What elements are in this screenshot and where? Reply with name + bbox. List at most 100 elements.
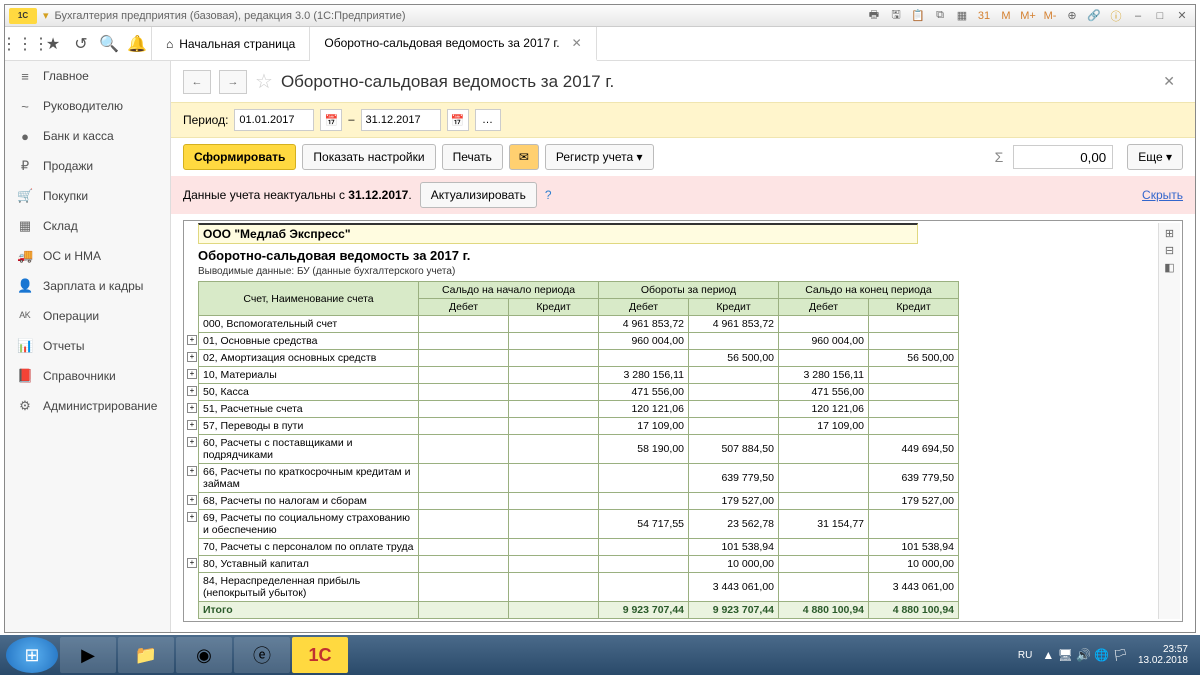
start-button[interactable]: ⊞ — [6, 637, 58, 673]
tool-icon[interactable]: ◧ — [1164, 261, 1174, 274]
sidebar-item-7[interactable]: 👤Зарплата и кадры — [5, 271, 170, 301]
expand-row-icon[interactable]: + — [187, 512, 197, 522]
email-button[interactable]: ✉ — [509, 144, 539, 170]
period-from-input[interactable] — [234, 109, 314, 131]
sidebar-item-1[interactable]: ~Руководителю — [5, 91, 170, 121]
expand-row-icon[interactable]: + — [187, 403, 197, 413]
link-icon[interactable]: 🔗 — [1085, 8, 1103, 24]
refresh-button[interactable]: Актуализировать — [420, 182, 537, 208]
taskbar-explorer[interactable]: 📁 — [118, 637, 174, 673]
table-row[interactable]: +66, Расчеты по краткосрочным кредитам и… — [199, 464, 959, 493]
settings-button[interactable]: Показать настройки — [302, 144, 435, 170]
sidebar-item-3[interactable]: ₽Продажи — [5, 151, 170, 181]
apps-icon[interactable]: ⋮⋮⋮ — [11, 30, 39, 58]
expand-row-icon[interactable]: + — [187, 386, 197, 396]
sidebar-item-2[interactable]: ●Банк и касса — [5, 121, 170, 151]
dropdown-icon[interactable]: ▾ — [43, 9, 49, 22]
close-icon[interactable]: ✕ — [1173, 8, 1191, 24]
favorite-icon[interactable]: ☆ — [255, 69, 273, 94]
sidebar-icon: ≡ — [17, 69, 33, 84]
table-row[interactable]: +01, Основные средства960 004,00960 004,… — [199, 333, 959, 350]
more-button[interactable]: Еще ▾ — [1127, 144, 1183, 170]
table-row[interactable]: +50, Касса471 556,00471 556,00 — [199, 384, 959, 401]
register-button[interactable]: Регистр учета ▾ — [545, 144, 654, 170]
sum-field[interactable] — [1013, 145, 1113, 169]
sidebar-item-6[interactable]: 🚚ОС и НМА — [5, 241, 170, 271]
sidebar-item-5[interactable]: ▦Склад — [5, 211, 170, 241]
table-row[interactable]: 000, Вспомогательный счет4 961 853,724 9… — [199, 316, 959, 333]
print-button[interactable]: Печать — [442, 144, 503, 170]
table-row[interactable]: +57, Переводы в пути17 109,0017 109,00 — [199, 418, 959, 435]
tab-report[interactable]: Оборотно-сальдовая ведомость за 2017 г. … — [310, 27, 596, 61]
tray-lang[interactable]: RU — [1018, 650, 1032, 661]
alert-text: Данные учета неактуальны с 31.12.2017. — [183, 188, 412, 202]
table-total-row: Итого9 923 707,449 923 707,444 880 100,9… — [199, 602, 959, 619]
form-button[interactable]: Сформировать — [183, 144, 296, 170]
zoom-icon[interactable]: ⊕ — [1063, 8, 1081, 24]
expand-row-icon[interactable]: + — [187, 437, 197, 447]
org-name: ООО "Медлаб Экспресс" — [198, 223, 918, 244]
page-title: Оборотно-сальдовая ведомость за 2017 г. — [281, 72, 614, 92]
tray-clock[interactable]: 23:57 13.02.2018 — [1138, 644, 1188, 666]
sidebar-item-0[interactable]: ≡Главное — [5, 61, 170, 91]
expand-row-icon[interactable]: + — [187, 466, 197, 476]
compare-icon[interactable]: ⧉ — [931, 8, 949, 24]
table-row[interactable]: +02, Амортизация основных средств56 500,… — [199, 350, 959, 367]
tray-icons[interactable]: ▲ 🖥 🔊 🌐 🏳 — [1042, 648, 1128, 662]
expand-row-icon[interactable]: + — [187, 352, 197, 362]
report-table: Счет, Наименование счета Сальдо на начал… — [198, 281, 959, 619]
page-close-icon[interactable]: ✕ — [1163, 73, 1183, 90]
history-icon[interactable]: ↺ — [67, 30, 95, 58]
tab-home[interactable]: ⌂ Начальная страница — [151, 27, 310, 61]
table-row[interactable]: 84, Нераспределенная прибыль (непокрытый… — [199, 573, 959, 602]
clipboard-icon[interactable]: 📋 — [909, 8, 927, 24]
sidebar-item-label: Склад — [43, 219, 78, 233]
calendar-from-button[interactable]: 📅 — [320, 109, 342, 131]
m-plus-icon[interactable]: M+ — [1019, 8, 1037, 24]
sidebar-item-8[interactable]: ᴬᴷОперации — [5, 301, 170, 331]
expand-row-icon[interactable]: + — [187, 558, 197, 568]
sidebar-item-9[interactable]: 📊Отчеты — [5, 331, 170, 361]
max-icon[interactable]: □ — [1151, 8, 1169, 24]
collapse-icon[interactable]: ⊟ — [1165, 244, 1174, 257]
search-icon[interactable]: 🔍 — [95, 30, 123, 58]
expand-row-icon[interactable]: + — [187, 495, 197, 505]
table-row[interactable]: +51, Расчетные счета120 121,06120 121,06 — [199, 401, 959, 418]
taskbar-chrome[interactable]: ◉ — [176, 637, 232, 673]
period-to-input[interactable] — [361, 109, 441, 131]
table-row[interactable]: +80, Уставный капитал10 000,0010 000,00 — [199, 556, 959, 573]
table-row[interactable]: +60, Расчеты с поставщиками и подрядчика… — [199, 435, 959, 464]
table-row[interactable]: +10, Материалы3 280 156,113 280 156,11 — [199, 367, 959, 384]
grid-icon[interactable]: ▦ — [953, 8, 971, 24]
period-more-button[interactable]: … — [475, 109, 501, 131]
back-button[interactable]: ← — [183, 70, 211, 94]
sidebar-item-4[interactable]: 🛒Покупки — [5, 181, 170, 211]
expand-row-icon[interactable]: + — [187, 420, 197, 430]
expand-icon[interactable]: ⊞ — [1165, 227, 1174, 240]
help-icon[interactable]: ? — [545, 188, 552, 202]
m-icon[interactable]: M — [997, 8, 1015, 24]
table-row[interactable]: +68, Расчеты по налогам и сборам179 527,… — [199, 493, 959, 510]
calendar-icon[interactable]: 31 — [975, 8, 993, 24]
taskbar-ie[interactable]: ⓔ — [234, 637, 290, 673]
tab-close-icon[interactable]: ✕ — [572, 36, 582, 50]
hide-link[interactable]: Скрыть — [1142, 188, 1183, 202]
info-icon[interactable]: ⓘ — [1107, 8, 1125, 24]
sidebar-item-11[interactable]: ⚙Администрирование — [5, 391, 170, 421]
expand-row-icon[interactable]: + — [187, 369, 197, 379]
bell-icon[interactable]: 🔔 — [123, 30, 151, 58]
table-row[interactable]: +69, Расчеты по социальному страхованию … — [199, 510, 959, 539]
table-row[interactable]: 70, Расчеты с персоналом по оплате труда… — [199, 539, 959, 556]
taskbar-1c[interactable]: 1C — [292, 637, 348, 673]
min-icon[interactable]: – — [1129, 8, 1147, 24]
forward-button[interactable]: → — [219, 70, 247, 94]
expand-row-icon[interactable]: + — [187, 335, 197, 345]
sidebar-item-label: ОС и НМА — [43, 249, 101, 263]
taskbar-player[interactable]: ▶ — [60, 637, 116, 673]
star-icon[interactable]: ★ — [39, 30, 67, 58]
sidebar-item-10[interactable]: 📕Справочники — [5, 361, 170, 391]
save-icon[interactable]: 🖫 — [887, 8, 905, 24]
print-icon[interactable]: 🖶 — [865, 8, 883, 24]
calendar-to-button[interactable]: 📅 — [447, 109, 469, 131]
m-minus-icon[interactable]: M- — [1041, 8, 1059, 24]
